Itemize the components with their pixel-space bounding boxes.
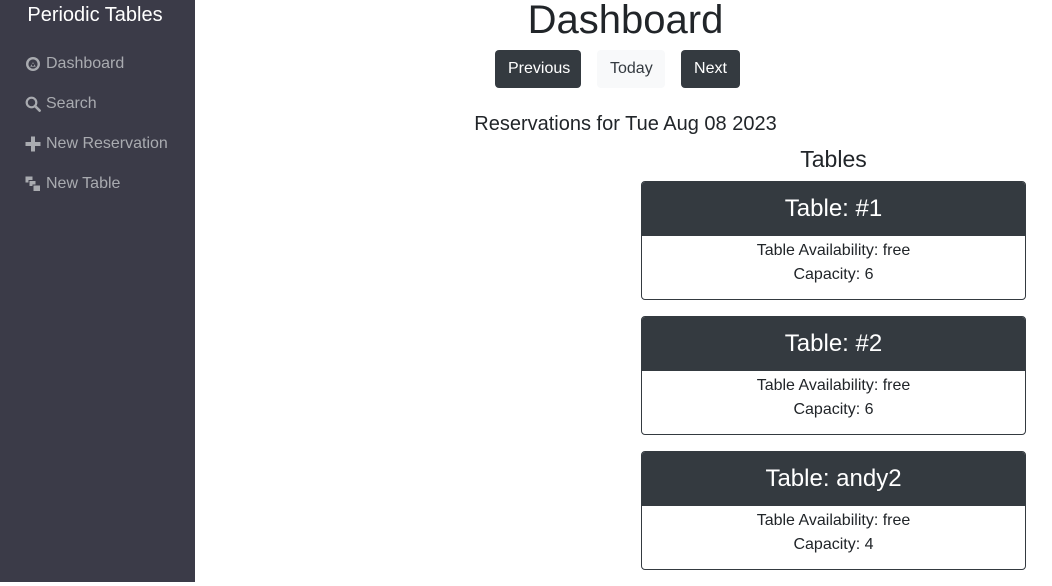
sidebar-item-dashboard[interactable]: Dashboard [25, 44, 168, 84]
sidebar-nav: Dashboard Search New Reservation New Tab… [25, 44, 168, 204]
table-availability: Table Availability: free [756, 512, 911, 529]
table-capacity: Capacity: 4 [793, 536, 874, 553]
tables-heading: Tables [800, 146, 867, 172]
table-availability: Table Availability: free [756, 377, 911, 394]
table-card: Table: #1 Table Availability: free Capac… [641, 181, 1026, 300]
next-button[interactable]: Next [681, 50, 740, 88]
page-title: Dashboard [527, 0, 724, 42]
sidebar: Periodic Tables Dashboard Search New Res… [0, 0, 195, 582]
reservations-heading: Reservations for Tue Aug 08 2023 [474, 113, 777, 135]
table-card-body: Table Availability: free Capacity: 6 [642, 371, 1025, 422]
dashboard-icon [25, 56, 41, 72]
sidebar-item-search[interactable]: Search [25, 84, 168, 124]
sidebar-item-label: New Reservation [46, 135, 168, 152]
table-card: Table: andy2 Table Availability: free Ca… [641, 451, 1026, 570]
sidebar-item-new-reservation[interactable]: New Reservation [25, 124, 168, 164]
plus-icon [25, 136, 41, 152]
table-card-body: Table Availability: free Capacity: 6 [642, 236, 1025, 287]
brand-title[interactable]: Periodic Tables [0, 4, 190, 27]
date-navigation: Previous Today Next [495, 50, 740, 88]
table-card-body: Table Availability: free Capacity: 4 [642, 506, 1025, 557]
sidebar-item-new-table[interactable]: New Table [25, 164, 168, 204]
previous-button[interactable]: Previous [495, 50, 581, 88]
layers-icon [25, 176, 41, 192]
table-capacity: Capacity: 6 [793, 401, 874, 418]
sidebar-item-label: Search [46, 95, 97, 112]
table-card-title: Table: #1 [642, 182, 1025, 236]
table-card: Table: #2 Table Availability: free Capac… [641, 316, 1026, 435]
search-icon [25, 96, 41, 112]
table-availability: Table Availability: free [756, 242, 911, 259]
today-button[interactable]: Today [597, 50, 665, 88]
main-content: Dashboard Previous Today Next Reservatio… [195, 0, 1052, 582]
table-capacity: Capacity: 6 [793, 266, 874, 283]
table-card-title: Table: #2 [642, 317, 1025, 371]
tables-list: Table: #1 Table Availability: free Capac… [641, 181, 1026, 586]
table-card-title: Table: andy2 [642, 452, 1025, 506]
sidebar-item-label: New Table [46, 175, 121, 192]
sidebar-item-label: Dashboard [46, 55, 125, 72]
